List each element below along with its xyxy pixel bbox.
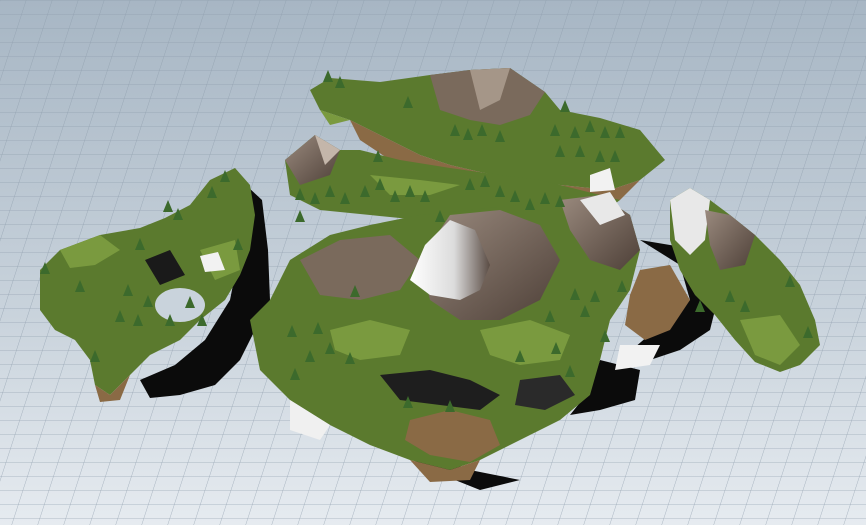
scene-canvas[interactable]	[0, 0, 866, 525]
left-island-hole	[155, 288, 205, 322]
3d-viewport[interactable]	[0, 0, 866, 525]
